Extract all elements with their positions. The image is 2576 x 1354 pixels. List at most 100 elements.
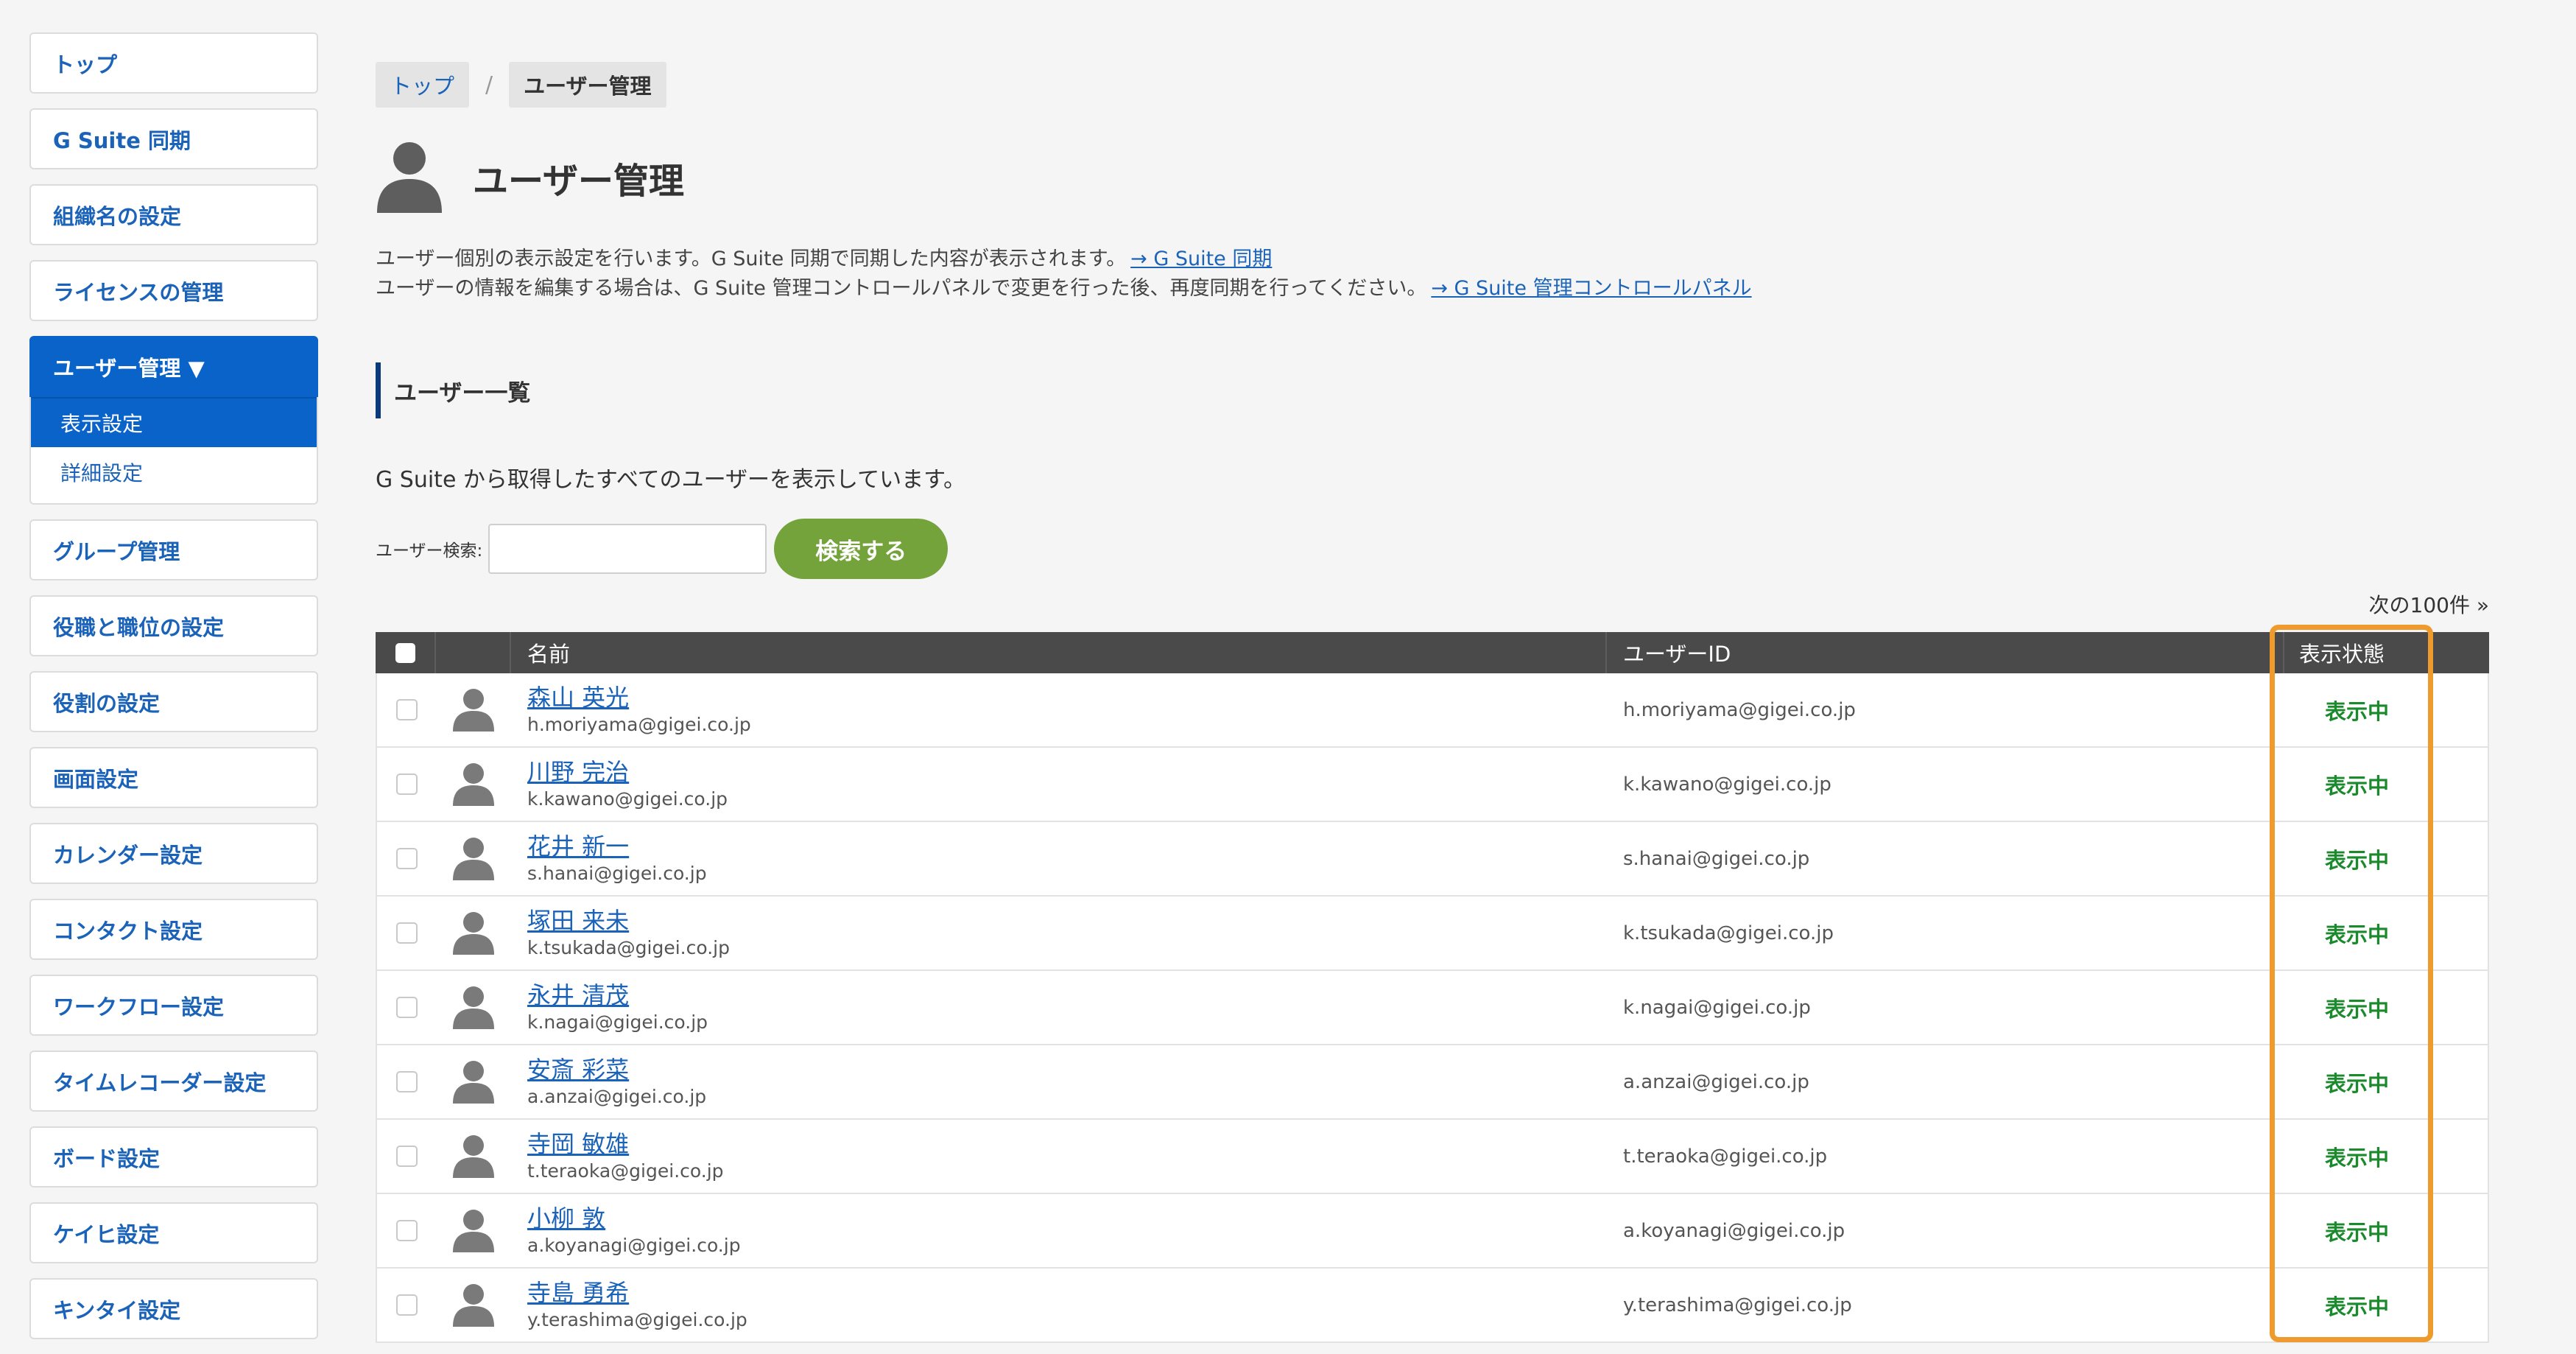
sidebar-item-workflow[interactable]: ワークフロー設定 <box>29 975 318 1036</box>
header-name: 名前 <box>510 632 1605 673</box>
table-row: 寺岡 敏雄 t.teraoka@gigei.co.jp t.teraoka@gi… <box>376 1120 2489 1194</box>
user-id: k.kawano@gigei.co.jp <box>1623 773 1831 796</box>
user-name-link[interactable]: 花井 新一 <box>527 832 707 861</box>
search-label: ユーザー検索: <box>376 541 483 561</box>
search-bar: ユーザー検索: 検索する <box>376 519 2493 579</box>
avatar-icon <box>451 983 496 1032</box>
table-row: 川野 完治 k.kawano@gigei.co.jp k.kawano@gige… <box>376 748 2489 822</box>
display-status-toggle[interactable]: 表示中 <box>2299 769 2389 800</box>
table-row: 小柳 敦 a.koyanagi@gigei.co.jp a.koyanagi@g… <box>376 1194 2489 1269</box>
sidebar-item-roles[interactable]: 役割の設定 <box>29 671 318 732</box>
sidebar-item-top[interactable]: トップ <box>29 32 318 94</box>
sidebar-subitem-display-settings[interactable]: 表示設定 <box>31 397 317 447</box>
table-row: 安斎 彩菜 a.anzai@gigei.co.jp a.anzai@gigei.… <box>376 1045 2489 1120</box>
description-line-2: ユーザーの情報を編集する場合は、G Suite 管理コントロールパネルで変更を行… <box>376 277 1427 300</box>
user-email: s.hanai@gigei.co.jp <box>527 862 707 884</box>
user-name-link[interactable]: 塚田 来未 <box>527 906 730 936</box>
user-email: k.nagai@gigei.co.jp <box>527 1011 708 1033</box>
table-body: 森山 英光 h.moriyama@gigei.co.jp h.moriyama@… <box>376 673 2489 1343</box>
user-name-link[interactable]: 安斎 彩菜 <box>527 1055 706 1084</box>
next-page-link[interactable]: 次の100件 » <box>376 589 2489 619</box>
sidebar-item-screen[interactable]: 画面設定 <box>29 747 318 808</box>
gsuite-admin-link[interactable]: → G Suite 管理コントロールパネル <box>1431 277 1751 300</box>
table-row: 永井 清茂 k.nagai@gigei.co.jp k.nagai@gigei.… <box>376 971 2489 1045</box>
display-status-toggle[interactable]: 表示中 <box>2299 992 2389 1023</box>
main-content: トップ / ユーザー管理 ユーザー管理 ユーザー個別の表示設定を行います。G S… <box>376 62 2493 1343</box>
sidebar-item-org-name[interactable]: 組織名の設定 <box>29 184 318 245</box>
row-checkbox[interactable] <box>395 1294 418 1316</box>
user-email: k.tsukada@gigei.co.jp <box>527 936 730 958</box>
sidebar-subitem-detail-settings[interactable]: 詳細設定 <box>31 447 317 497</box>
row-checkbox[interactable] <box>395 699 418 720</box>
user-email: a.anzai@gigei.co.jp <box>527 1085 707 1107</box>
row-checkbox[interactable] <box>395 774 418 795</box>
user-name-link[interactable]: 寺岡 敏雄 <box>527 1129 724 1159</box>
sidebar-item-board[interactable]: ボード設定 <box>29 1126 318 1188</box>
avatar-icon <box>451 1281 496 1330</box>
row-checkbox[interactable] <box>395 848 418 869</box>
user-table: 名前 ユーザーID 表示状態 森山 英光 h.moriyama@gigei.co… <box>376 625 2489 1343</box>
display-status-toggle[interactable]: 表示中 <box>2299 1290 2389 1321</box>
breadcrumb-separator: / <box>485 71 493 98</box>
display-status-toggle[interactable]: 表示中 <box>2299 1067 2389 1098</box>
sidebar-item-positions[interactable]: 役職と職位の設定 <box>29 595 318 656</box>
page-title: ユーザー管理 <box>473 161 685 202</box>
search-button[interactable]: 検索する <box>774 519 949 579</box>
user-email: k.kawano@gigei.co.jp <box>527 788 728 810</box>
table-row: 塚田 来未 k.tsukada@gigei.co.jp k.tsukada@gi… <box>376 897 2489 971</box>
table-row: 花井 新一 s.hanai@gigei.co.jp s.hanai@gigei.… <box>376 822 2489 897</box>
select-all-checkbox[interactable] <box>395 642 415 663</box>
display-status-toggle[interactable]: 表示中 <box>2299 1141 2389 1172</box>
user-email: t.teraoka@gigei.co.jp <box>527 1160 724 1182</box>
user-email: h.moriyama@gigei.co.jp <box>527 713 751 735</box>
sidebar-item-group[interactable]: グループ管理 <box>29 519 318 580</box>
user-id: h.moriyama@gigei.co.jp <box>1623 698 1856 721</box>
row-checkbox[interactable] <box>395 922 418 944</box>
user-id: a.koyanagi@gigei.co.jp <box>1623 1219 1845 1242</box>
user-name-link[interactable]: 寺島 勇希 <box>527 1278 747 1308</box>
header-display-status: 表示状態 <box>2283 632 2489 673</box>
table-row: 森山 英光 h.moriyama@gigei.co.jp h.moriyama@… <box>376 673 2489 748</box>
user-id: k.tsukada@gigei.co.jp <box>1623 922 1834 944</box>
section-title: ユーザー一覧 <box>376 362 2493 418</box>
display-status-toggle[interactable]: 表示中 <box>2299 918 2389 949</box>
breadcrumb-top-link[interactable]: トップ <box>376 62 470 108</box>
page-description: ユーザー個別の表示設定を行います。G Suite 同期で同期した内容が表示されま… <box>376 245 2493 304</box>
user-search-input[interactable] <box>488 524 767 574</box>
avatar-icon <box>451 760 496 809</box>
gsuite-sync-link[interactable]: → G Suite 同期 <box>1130 248 1272 270</box>
user-email: a.koyanagi@gigei.co.jp <box>527 1234 741 1256</box>
sidebar-item-gsuite-sync[interactable]: G Suite 同期 <box>29 108 318 169</box>
section-intro: G Suite から取得したすべてのユーザーを表示しています。 <box>376 467 966 493</box>
sidebar-item-calendar[interactable]: カレンダー設定 <box>29 823 318 884</box>
user-name-link[interactable]: 永井 清茂 <box>527 981 708 1010</box>
user-id: a.anzai@gigei.co.jp <box>1623 1070 1809 1093</box>
user-email: y.terashima@gigei.co.jp <box>527 1308 747 1330</box>
avatar-icon <box>451 686 496 734</box>
user-name-link[interactable]: 森山 英光 <box>527 683 751 712</box>
row-checkbox[interactable] <box>395 997 418 1018</box>
avatar-icon <box>451 835 496 883</box>
display-status-toggle[interactable]: 表示中 <box>2299 1216 2389 1246</box>
display-status-toggle[interactable]: 表示中 <box>2299 695 2389 726</box>
sidebar-submenu: 表示設定 詳細設定 <box>29 397 318 505</box>
user-id: k.nagai@gigei.co.jp <box>1623 996 1811 1019</box>
sidebar-item-keihi[interactable]: ケイヒ設定 <box>29 1202 318 1263</box>
row-checkbox[interactable] <box>395 1146 418 1167</box>
sidebar-item-time-recorder[interactable]: タイムレコーダー設定 <box>29 1050 318 1112</box>
avatar-icon <box>451 1058 496 1106</box>
breadcrumb: トップ / ユーザー管理 <box>376 62 2493 108</box>
row-checkbox[interactable] <box>395 1220 418 1241</box>
sidebar-item-kintai[interactable]: キンタイ設定 <box>29 1278 318 1339</box>
sidebar-item-contact[interactable]: コンタクト設定 <box>29 899 318 960</box>
avatar-icon <box>451 1132 496 1181</box>
description-line-1: ユーザー個別の表示設定を行います。G Suite 同期で同期した内容が表示されま… <box>376 248 1127 270</box>
row-checkbox[interactable] <box>395 1071 418 1092</box>
sidebar-item-user-management[interactable]: ユーザー管理 ▼ <box>29 336 318 397</box>
display-status-toggle[interactable]: 表示中 <box>2299 843 2389 874</box>
header-user-id: ユーザーID <box>1605 632 2283 673</box>
sidebar-item-license[interactable]: ライセンスの管理 <box>29 260 318 321</box>
user-name-link[interactable]: 小柳 敦 <box>527 1204 741 1233</box>
sidebar: トップ G Suite 同期 組織名の設定 ライセンスの管理 ユーザー管理 ▼ … <box>29 32 318 1354</box>
user-name-link[interactable]: 川野 完治 <box>527 757 728 787</box>
